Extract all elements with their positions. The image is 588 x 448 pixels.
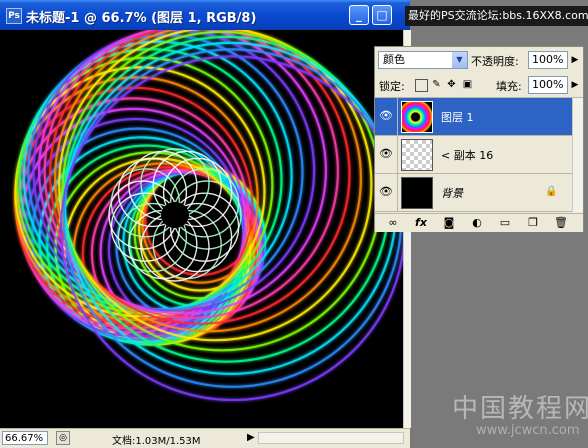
- minimize-button[interactable]: _: [349, 5, 369, 25]
- eye-icon[interactable]: 👁: [379, 186, 393, 197]
- opacity-label: 不透明度:: [471, 55, 519, 68]
- fx-icon[interactable]: fx: [413, 216, 429, 230]
- status-bar: 66.67% ◎ 文档:1.03M/1.53M ▶: [0, 428, 410, 448]
- blend-mode-value: 颜色: [383, 53, 405, 66]
- layers-panel-footer: ∞ fx ◙ ◐ ▭ ❐ 🗑: [375, 213, 583, 232]
- site-url: www.jcwcn.com: [476, 423, 580, 438]
- layers-scrollbar[interactable]: [572, 98, 583, 212]
- divider: [397, 136, 398, 173]
- horizontal-scrollbar[interactable]: [258, 432, 404, 444]
- trash-icon[interactable]: 🗑: [553, 216, 569, 230]
- divider: [397, 174, 398, 211]
- lock-move-icon[interactable]: ✥: [446, 79, 457, 90]
- maximize-button[interactable]: □: [372, 5, 392, 25]
- document-titlebar[interactable]: Ps 未标题-1 @ 66.7% (图层 1, RGB/8) _ □: [0, 0, 410, 30]
- blend-mode-select[interactable]: 颜色 ▼: [378, 51, 468, 69]
- document-title: 未标题-1 @ 66.7% (图层 1, RGB/8): [26, 11, 257, 26]
- center-hole: [161, 202, 189, 228]
- zoom-field[interactable]: 66.67%: [2, 431, 48, 445]
- lock-label: 锁定:: [379, 80, 405, 93]
- new-layer-icon[interactable]: ❐: [525, 216, 541, 230]
- eye-icon[interactable]: 👁: [379, 148, 393, 159]
- fill-field[interactable]: 100%: [528, 76, 568, 94]
- rainbow-swirl-artwork: [13, 30, 403, 402]
- site-watermark: 中国教程网: [452, 394, 588, 424]
- adjustment-icon[interactable]: ◐: [469, 216, 485, 230]
- layer-row-3[interactable]: 👁 背景 🔒: [375, 174, 583, 212]
- forum-watermark: 最好的PS交流论坛:bbs.16XX8.com: [405, 6, 588, 26]
- group-icon[interactable]: ▭: [497, 216, 513, 230]
- divider: [397, 98, 398, 135]
- lock-icon: 🔒: [545, 186, 558, 197]
- chevron-down-icon[interactable]: ▼: [452, 52, 467, 68]
- opacity-field[interactable]: 100%: [528, 51, 568, 69]
- fill-arrow-icon[interactable]: ▶: [570, 76, 580, 94]
- status-info-icon[interactable]: ◎: [56, 431, 70, 445]
- fill-label: 填充:: [496, 80, 522, 93]
- lock-transparency-icon[interactable]: [415, 79, 428, 92]
- layers-panel: 颜色 ▼ 不透明度: 100% ▶ 锁定: ✎ ✥ ▣ 填充: 100% ▶ 👁…: [374, 46, 584, 232]
- layer-name[interactable]: 背景: [441, 185, 463, 201]
- link-icon[interactable]: ∞: [385, 216, 401, 230]
- layer-row-2[interactable]: 👁 < 副本 16: [375, 136, 583, 174]
- document-size-info: 文档:1.03M/1.53M: [112, 436, 201, 447]
- layer-name[interactable]: 图层 1: [441, 109, 474, 125]
- lock-paint-icon[interactable]: ✎: [431, 79, 442, 90]
- layer-list: 👁 图层 1 👁 < 副本 16 👁 背景 🔒: [375, 98, 583, 212]
- image-canvas[interactable]: [0, 30, 403, 428]
- layer-thumbnail: [401, 139, 433, 171]
- layer-thumbnail: [401, 101, 433, 133]
- layer-row-1[interactable]: 👁 图层 1: [375, 98, 583, 136]
- photoshop-doc-icon: Ps: [6, 8, 22, 24]
- document-window: Ps 未标题-1 @ 66.7% (图层 1, RGB/8) _ □ 66.67…: [0, 0, 411, 448]
- eye-icon[interactable]: 👁: [379, 110, 393, 121]
- lock-all-icon[interactable]: ▣: [462, 79, 473, 90]
- status-menu-arrow-icon[interactable]: ▶: [247, 432, 255, 443]
- layer-thumbnail: [401, 177, 433, 209]
- layer-name[interactable]: < 副本 16: [441, 147, 493, 163]
- opacity-arrow-icon[interactable]: ▶: [570, 51, 580, 69]
- mask-icon[interactable]: ◙: [441, 216, 457, 230]
